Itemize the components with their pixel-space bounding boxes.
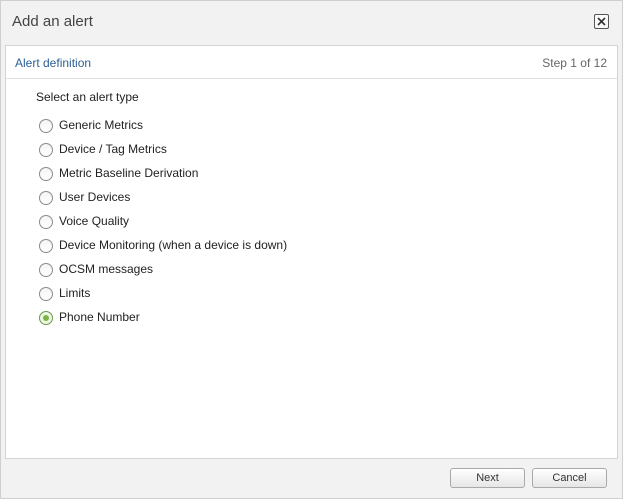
option-voice-quality[interactable]: Voice Quality (39, 213, 287, 237)
next-button[interactable]: Next (450, 468, 525, 488)
radio-button[interactable] (39, 287, 53, 301)
close-button[interactable] (594, 14, 609, 29)
dialog-footer: Next Cancel (1, 459, 622, 498)
option-user-devices[interactable]: User Devices (39, 189, 287, 213)
option-label: Voice Quality (59, 214, 130, 228)
option-limits[interactable]: Limits (39, 285, 287, 309)
option-label: Metric Baseline Derivation (59, 166, 199, 180)
dialog-title-bar: Add an alert (1, 1, 622, 42)
add-alert-dialog: Add an alert Alert definition Step 1 of … (0, 0, 623, 499)
radio-button[interactable] (39, 191, 53, 205)
option-phone-number[interactable]: Phone Number (39, 309, 287, 333)
option-label: Device Monitoring (when a device is down… (59, 238, 288, 252)
radio-button[interactable] (39, 143, 53, 157)
alert-type-prompt: Select an alert type (36, 90, 139, 104)
dialog-title: Add an alert (12, 13, 93, 30)
option-label: User Devices (59, 190, 131, 204)
radio-button[interactable] (39, 119, 53, 133)
option-ocsm-messages[interactable]: OCSM messages (39, 261, 287, 285)
close-icon (597, 17, 606, 26)
radio-button[interactable] (39, 263, 53, 277)
option-generic-metrics[interactable]: Generic Metrics (39, 117, 287, 141)
radio-button[interactable] (39, 167, 53, 181)
cancel-button[interactable]: Cancel (532, 468, 607, 488)
panel-title: Alert definition (15, 56, 92, 70)
alert-definition-panel: Alert definition Step 1 of 12 Select an … (5, 45, 618, 459)
radio-button-selected[interactable] (39, 311, 53, 325)
alert-type-options: Generic Metrics Device / Tag Metrics Met… (39, 117, 287, 333)
option-label: Phone Number (59, 310, 140, 324)
radio-button[interactable] (39, 215, 53, 229)
option-label: OCSM messages (59, 262, 154, 276)
option-device-tag-metrics[interactable]: Device / Tag Metrics (39, 141, 287, 165)
panel-header: Alert definition Step 1 of 12 (6, 46, 617, 79)
radio-button[interactable] (39, 239, 53, 253)
option-metric-baseline-derivation[interactable]: Metric Baseline Derivation (39, 165, 287, 189)
option-label: Generic Metrics (59, 118, 144, 132)
option-label: Device / Tag Metrics (59, 142, 167, 156)
option-label: Limits (59, 286, 91, 300)
step-indicator: Step 1 of 12 (542, 56, 607, 70)
option-device-monitoring[interactable]: Device Monitoring (when a device is down… (39, 237, 287, 261)
